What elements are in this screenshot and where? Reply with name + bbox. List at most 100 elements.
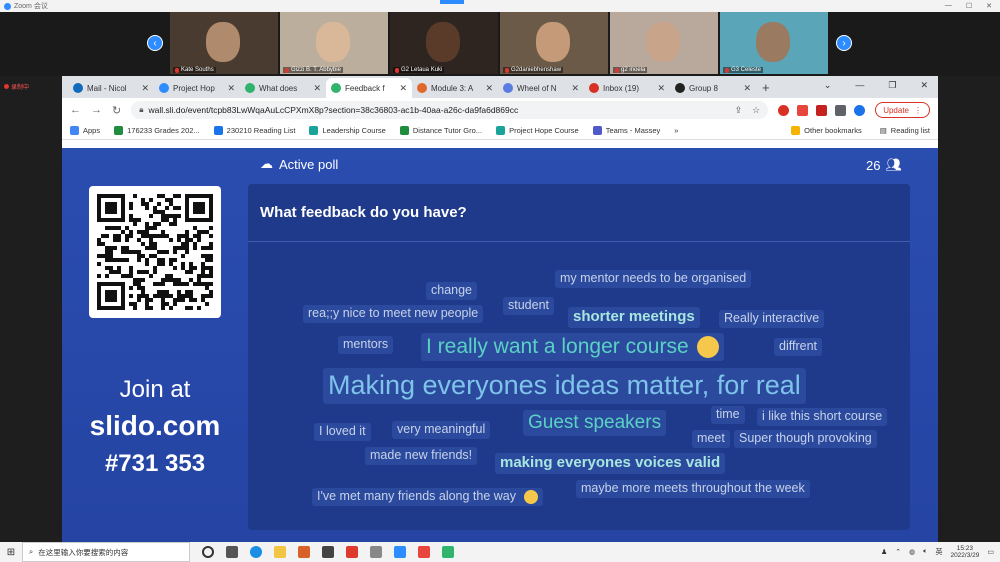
wechat-icon[interactable] [442, 546, 454, 558]
close-tab-icon[interactable]: ✕ [227, 83, 235, 94]
close-tab-icon[interactable]: ✕ [313, 83, 321, 94]
browser-tab[interactable]: Project Hop ✕ [154, 78, 240, 98]
next-page-arrow-icon[interactable]: › [836, 35, 852, 51]
browser-tab[interactable]: Feedback f ✕ [326, 78, 412, 98]
reading-list[interactable]: ▤ Reading list [880, 126, 930, 135]
participant-tile[interactable]: Kate Souths [170, 12, 278, 74]
avatar[interactable] [854, 104, 866, 116]
tab-title: Project Hop [173, 83, 215, 93]
close-tab-icon[interactable]: ✕ [571, 83, 579, 94]
browser-tab[interactable]: Module 3: A ✕ [412, 78, 498, 98]
word-text: Making everyones ideas matter, for real [328, 370, 801, 400]
minimize-icon[interactable]: — [855, 80, 864, 91]
word-text: shorter meetings [573, 308, 695, 325]
url-bar[interactable]: 🔒︎ wall.sli.do/event/tcpb83LwWqaAuLcCPXm… [131, 101, 769, 119]
bookmark-item[interactable]: Project Hope Course [496, 126, 579, 135]
ime-indicator[interactable]: 英 [935, 547, 942, 557]
bookmark-item[interactable]: Leadership Course [309, 126, 386, 135]
bookmark-item[interactable]: 176233 Grades 202... [114, 126, 200, 135]
chrome-icon[interactable] [418, 546, 430, 558]
bookmark-favicon-icon [309, 126, 319, 135]
extension-icon[interactable] [797, 104, 809, 116]
recording-indicator: 录制中 [4, 82, 29, 91]
tab-favicon-icon [73, 83, 83, 93]
zoom-logo-icon [4, 2, 11, 10]
browser-tab[interactable]: Group 8 ✕ [670, 78, 756, 98]
extension-icon[interactable] [778, 104, 790, 116]
windows-start-icon[interactable]: ⊞ [0, 547, 22, 558]
back-icon[interactable]: ← [70, 104, 81, 116]
wps-icon[interactable] [346, 546, 358, 558]
participant-tile[interactable]: G3 Celeste [720, 12, 828, 74]
other-bookmarks[interactable]: Other bookmarks [791, 126, 862, 135]
close-tab-icon[interactable]: ✕ [657, 83, 665, 94]
bookmark-item[interactable]: Distance Tutor Gro... [399, 126, 482, 135]
app-icon[interactable] [322, 546, 334, 558]
bookmark-label: 230210 Reading List [226, 126, 296, 135]
participant-video [536, 22, 570, 62]
close-icon[interactable]: ✕ [986, 2, 992, 10]
previous-page-arrow-icon[interactable]: ‹ [147, 35, 163, 51]
word-text: Guest speakers [528, 412, 662, 433]
share-icon[interactable]: ⇪ [735, 105, 743, 116]
bookmark-item[interactable]: 230210 Reading List [213, 126, 296, 135]
participant-tile[interactable]: g2 inoela [610, 12, 718, 74]
tab-title: Wheel of N [517, 83, 557, 93]
participant-name-tag: G2 Letaua Kuki [393, 67, 445, 73]
browser-tab[interactable]: What does ✕ [240, 78, 326, 98]
task-view-icon[interactable] [226, 546, 238, 558]
cortana-icon[interactable] [202, 546, 214, 558]
file-explorer-icon[interactable] [274, 546, 286, 558]
word-cloud-word: making everyones voices valid [495, 453, 726, 474]
extension-icon[interactable] [816, 104, 828, 116]
lock-icon[interactable]: 🔒︎ [139, 105, 143, 115]
bookmark-item[interactable]: Apps [70, 126, 100, 135]
browser-tab[interactable]: Wheel of N ✕ [498, 78, 584, 98]
maximize-icon[interactable]: ☐ [966, 2, 972, 10]
word-cloud-word: diffrent [774, 338, 822, 356]
word-text: I really want a longer course [426, 335, 689, 358]
notification-icon[interactable]: ▭ [987, 548, 994, 556]
clock[interactable]: 15:23 2022/3/29 [950, 545, 979, 560]
network-icon[interactable]: ◍ [909, 548, 915, 556]
browser-tab[interactable]: Inbox (19) ✕ [584, 78, 670, 98]
word-cloud-word: i like this short course [757, 408, 888, 426]
browser-window: Mail - Nicol ✕ Project Hop ✕ What does ✕ Feedb… [62, 76, 938, 542]
bookmarks-more[interactable]: » [674, 126, 678, 135]
minimize-icon[interactable]: — [945, 2, 952, 10]
new-tab-button[interactable]: + [762, 80, 770, 95]
taskbar-search[interactable]: ⌕ 在这里输入你要搜索的内容 [22, 542, 190, 562]
browser-tab[interactable]: Mail - Nicol ✕ [68, 78, 154, 98]
participant-tile[interactable]: G2 Letaua Kuki [390, 12, 498, 74]
zoom-icon[interactable] [394, 546, 406, 558]
update-label: Update [883, 105, 909, 115]
close-tab-icon[interactable]: ✕ [485, 83, 493, 94]
volume-icon[interactable]: 🔈︎ [923, 548, 927, 556]
people-tray-icon[interactable]: ♟ [881, 548, 887, 556]
edge-icon[interactable] [250, 546, 262, 558]
app-icon[interactable] [370, 546, 382, 558]
tab-search-icon[interactable]: ⌄ [824, 80, 832, 91]
close-tab-icon[interactable]: ✕ [743, 83, 751, 94]
participant-tile[interactable]: G2daniebhenshaw [500, 12, 608, 74]
puzzle-icon[interactable] [835, 104, 847, 116]
restore-icon[interactable]: ❐ [888, 80, 896, 91]
close-tab-icon[interactable]: ✕ [141, 83, 149, 94]
close-icon[interactable]: ✕ [920, 80, 928, 91]
word-cloud-word: Super though provoking [734, 430, 877, 448]
participant-tile[interactable]: Gizzi B. T. Abbybie [280, 12, 388, 74]
close-tab-icon[interactable]: ✕ [399, 83, 407, 94]
participant-video [646, 22, 680, 62]
chevron-up-icon[interactable]: ⌃ [895, 548, 901, 556]
bookmark-star-icon[interactable]: ☆ [752, 105, 760, 116]
update-button[interactable]: Update ⋮ [875, 102, 930, 118]
bookmark-item[interactable]: Teams - Massey [592, 126, 660, 135]
forward-icon[interactable]: → [91, 104, 102, 116]
word-cloud-word: Making everyones ideas matter, for real [323, 368, 806, 404]
qr-code [89, 186, 221, 318]
smiling-face-emoji-icon [524, 489, 539, 504]
participant-video [206, 22, 240, 62]
reload-icon[interactable]: ↻ [112, 104, 121, 117]
taskbar-apps [202, 546, 454, 558]
app-icon[interactable] [298, 546, 310, 558]
